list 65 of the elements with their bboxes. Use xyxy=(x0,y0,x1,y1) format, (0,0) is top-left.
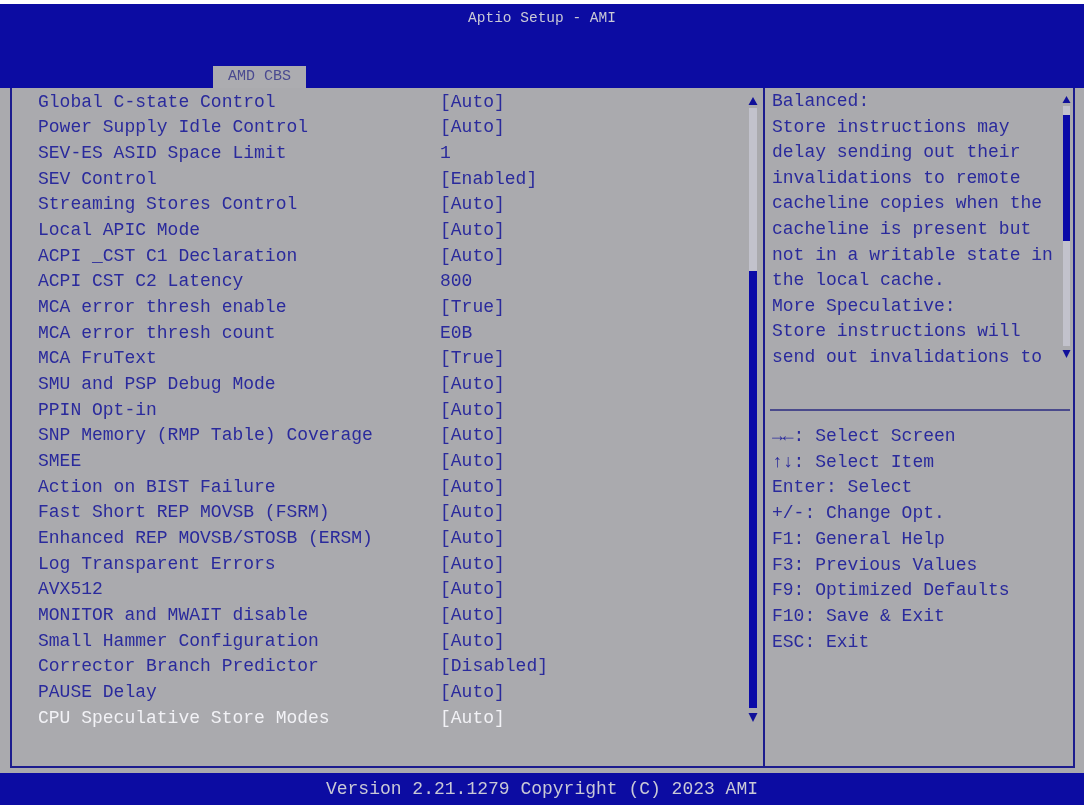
key-hint: →←: Select Screen xyxy=(772,425,957,448)
setting-label[interactable]: Log Transparent Errors xyxy=(38,553,440,574)
setting-label[interactable]: MCA FruText xyxy=(38,348,440,369)
setting-label[interactable]: MCA error thresh count xyxy=(38,322,440,343)
setting-value[interactable]: [Auto] xyxy=(440,604,505,625)
setting-label[interactable]: SMU and PSP Debug Mode xyxy=(38,374,440,395)
key-hint: F1: General Help xyxy=(772,527,946,551)
setting-label[interactable]: AVX512 xyxy=(38,579,440,600)
setting-value[interactable]: [Auto] xyxy=(440,630,505,651)
setting-label[interactable]: Fast Short REP MOVSB (FSRM) xyxy=(38,502,440,523)
setting-label[interactable]: Corrector Branch Predictor xyxy=(38,656,440,677)
setting-value[interactable]: [Enabled] xyxy=(440,168,538,189)
setting-value[interactable]: [Auto] xyxy=(440,117,505,138)
key-hint: +/-: Change Opt. xyxy=(772,502,946,526)
setting-value[interactable]: [Auto] xyxy=(440,476,505,497)
setting-label[interactable]: Local APIC Mode xyxy=(38,220,440,241)
tab[interactable]: AMD CBS xyxy=(213,66,306,88)
setting-label[interactable]: MONITOR and MWAIT disable xyxy=(38,604,440,625)
key-hint: ESC: Exit xyxy=(772,630,871,654)
key-hint: ↑↓: Select Item xyxy=(772,450,936,474)
setting-value[interactable]: [Auto] xyxy=(440,425,505,446)
setting-value[interactable]: [Auto] xyxy=(440,399,505,420)
setting-label[interactable]: Action on BIST Failure xyxy=(38,476,440,497)
setting-label[interactable]: PAUSE Delay xyxy=(38,681,440,702)
key-hint: Enter: Select xyxy=(772,476,914,500)
setting-label[interactable]: Small Hammer Configuration xyxy=(38,630,440,651)
scrollbar[interactable] xyxy=(1062,93,1071,361)
setting-label[interactable]: SEV-ES ASID Space Limit xyxy=(38,143,440,164)
setting-label[interactable]: PPIN Opt-in xyxy=(38,399,440,420)
setting-value[interactable]: [True] xyxy=(440,297,505,318)
setting-value[interactable]: [Auto] xyxy=(440,553,505,574)
setting-value[interactable]: [Disabled] xyxy=(440,656,549,677)
setting-label[interactable]: ACPI _CST C1 Declaration xyxy=(38,245,440,266)
setting-label[interactable]: Power Supply Idle Control xyxy=(38,117,440,138)
setting-value[interactable]: [Auto] xyxy=(440,451,505,471)
setting-label[interactable]: SNP Memory (RMP Table) Coverage xyxy=(38,425,440,446)
version-text: Version 2.21.1279 Copyright (C) 2023 AMI xyxy=(325,779,759,799)
key-hint: F9: Optimized Defaults xyxy=(772,579,1011,603)
setting-value[interactable]: 1 xyxy=(440,143,451,164)
setting-label[interactable]: Enhanced REP MOVSB/STOSB (ERSM) xyxy=(38,528,440,548)
setting-value[interactable]: [Auto] xyxy=(440,194,505,215)
setting-label[interactable]: Global C-state Control xyxy=(38,91,440,112)
setting-label[interactable]: Streaming Stores Control xyxy=(38,194,440,215)
key-hint: F10: Save & Exit xyxy=(772,604,946,628)
setting-label[interactable]: SMEE xyxy=(38,451,440,471)
help-text: Store instructions will send out invalidations to xyxy=(772,320,1044,369)
setting-value[interactable]: E0B xyxy=(440,322,473,343)
setting-value[interactable]: [Auto] xyxy=(440,681,505,702)
window-title: Aptio Setup - AMI xyxy=(468,9,616,28)
setting-value[interactable]: [Auto] xyxy=(440,245,505,266)
setting-value[interactable]: [Auto] xyxy=(440,528,505,548)
setting-label[interactable]: ACPI CST C2 Latency xyxy=(38,271,440,292)
setting-value[interactable]: [Auto] xyxy=(440,502,505,523)
setting-value[interactable]: [Auto] xyxy=(440,374,505,395)
key-hint: F3: Previous Values xyxy=(772,553,979,577)
setting-label[interactable]: SEV Control xyxy=(38,168,440,189)
setting-value[interactable]: [Auto] xyxy=(440,91,505,112)
setting-value[interactable]: [True] xyxy=(440,348,505,369)
help-text: Store instructions may delay sending out their invalidations to remote cacheline copies when the cacheline is present but not in a writable state in the local cache. xyxy=(772,115,1053,293)
setting-label[interactable]: MCA error thresh enable xyxy=(38,297,440,318)
setting-value[interactable]: [Auto] xyxy=(440,579,505,600)
setting-value[interactable]: [Auto] xyxy=(440,220,505,241)
help-text: Balanced: xyxy=(772,90,871,113)
setting-value[interactable]: 800 xyxy=(440,271,473,292)
help-text: More Speculative: xyxy=(772,294,957,318)
